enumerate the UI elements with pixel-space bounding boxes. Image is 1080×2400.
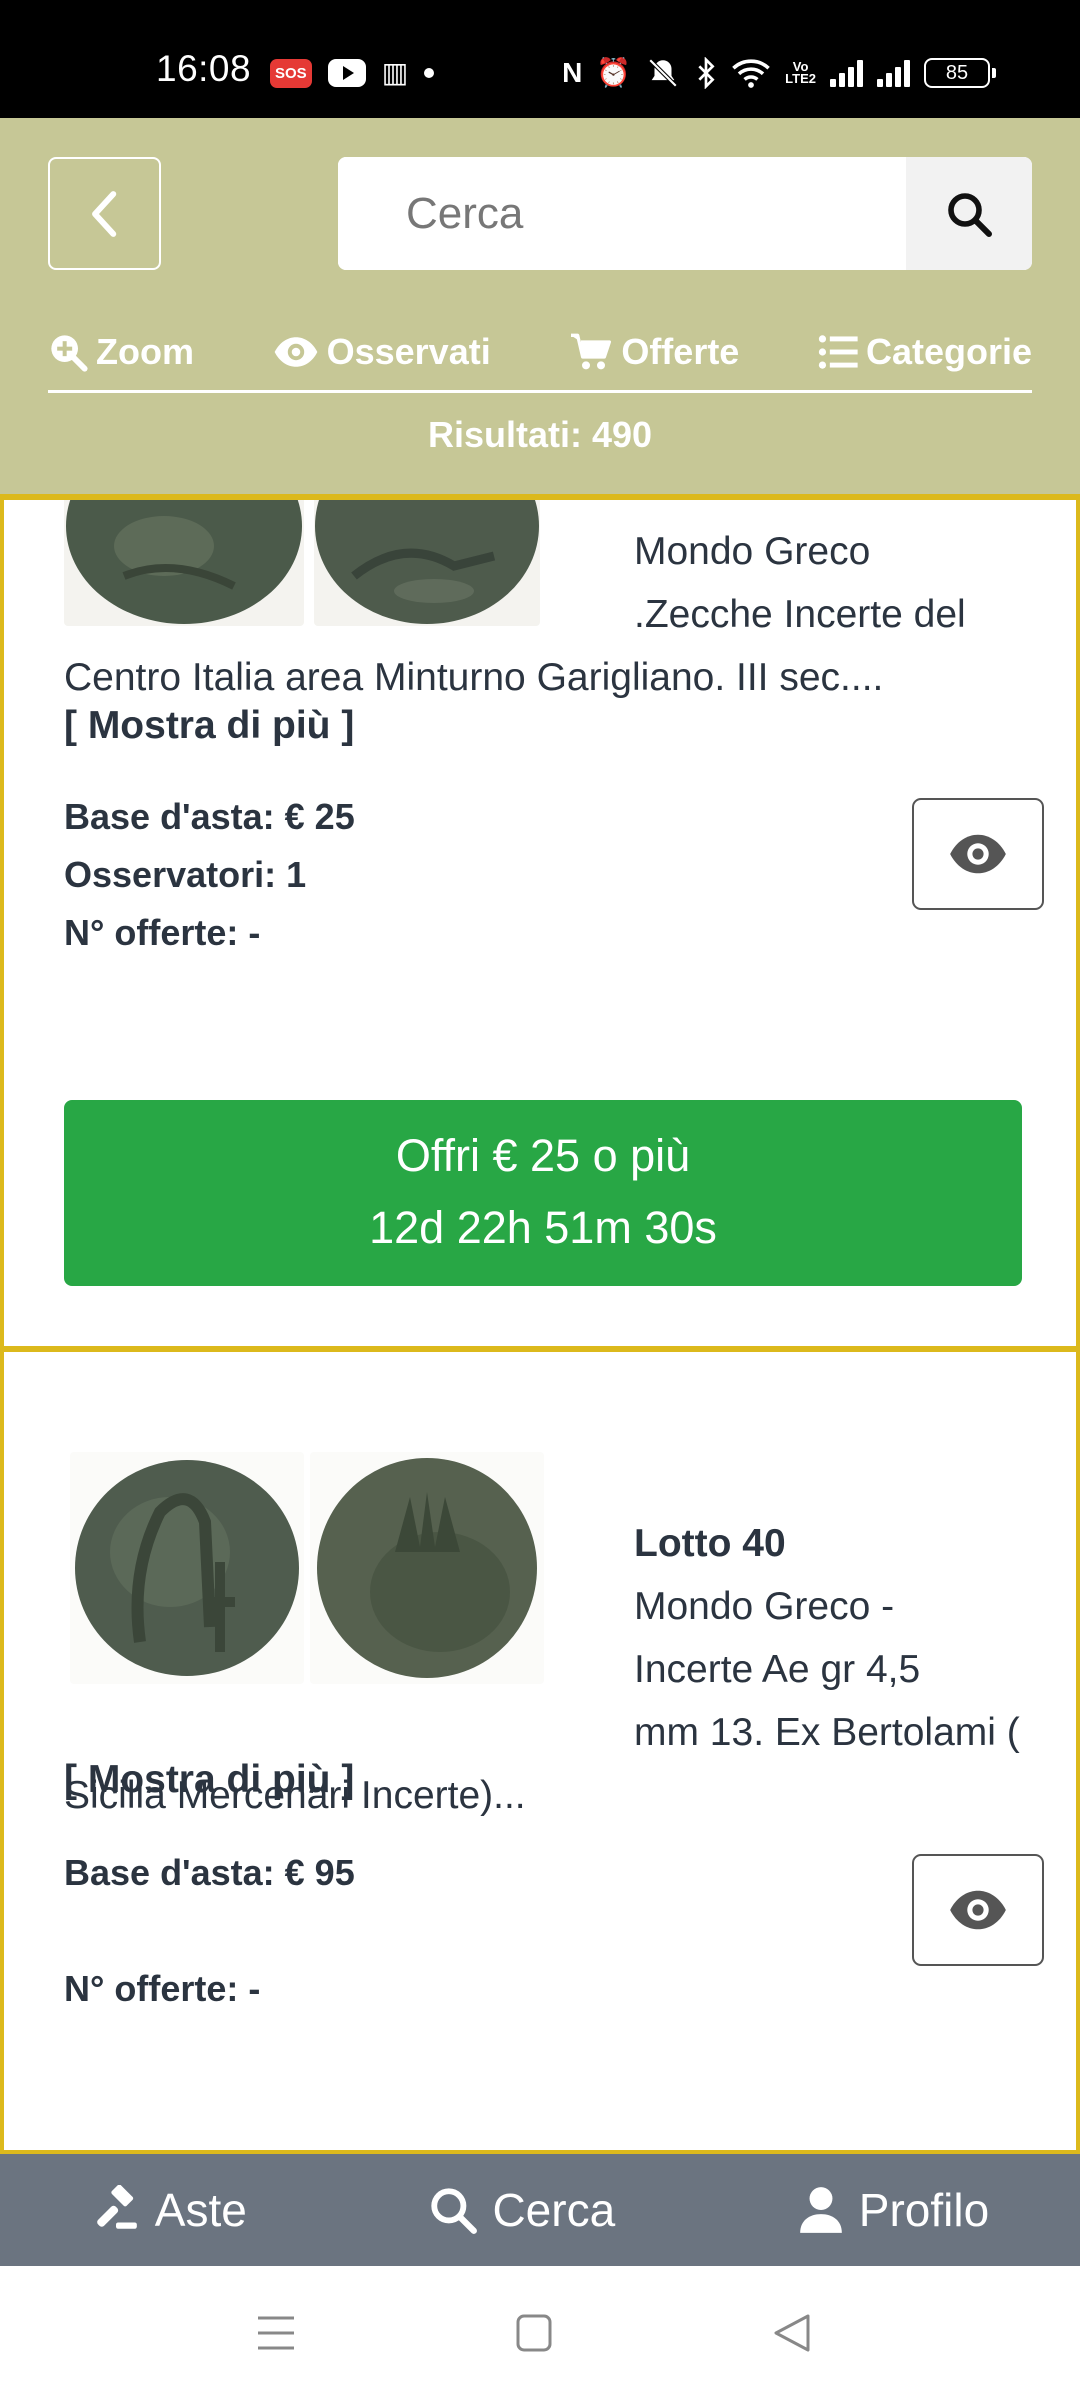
system-navigation-bar — [0, 2266, 1080, 2400]
gavel-icon — [96, 2185, 137, 2229]
eye-icon — [274, 337, 317, 367]
header-divider — [48, 390, 1032, 393]
tab-cerca[interactable]: Cerca — [428, 2183, 615, 2237]
watch-button[interactable] — [912, 1854, 1044, 1966]
offers-count: N° offerte: - — [64, 912, 261, 953]
tab-aste[interactable]: Aste — [91, 2183, 247, 2237]
nav-offerte[interactable]: Offerte — [569, 331, 739, 373]
status-system-icons: N ⏰ Vo LTE2 85 — [562, 52, 996, 94]
nav-categorie-label: Categorie — [865, 331, 1032, 372]
menu-icon[interactable] — [256, 2310, 296, 2356]
offers-count: N° offerte: - — [64, 1968, 261, 2009]
lot-description: Mondo Greco .Zecche Incerte del Centro I… — [64, 530, 966, 699]
nav-zoom[interactable]: Zoom — [48, 331, 194, 373]
filter-nav: Zoom Osservati Offerte Categorie — [48, 316, 1032, 388]
status-bar: 16:08 SOS ▥ N ⏰ Vo LTE2 85 — [0, 0, 1080, 118]
chevron-left-icon — [91, 190, 116, 237]
base-price: Base d'asta: € 25 — [64, 796, 355, 837]
back-triangle-icon[interactable] — [772, 2310, 812, 2356]
lot-card: Lotto 40 Mondo Greco - Incerte Ae gr 4,5… — [0, 1348, 1080, 2154]
search-button[interactable] — [906, 157, 1032, 270]
lot-card: Mondo Greco .Zecche Incerte del Centro I… — [0, 494, 1080, 1350]
nfc-icon: N — [562, 57, 583, 88]
bottom-tab-bar: Aste Cerca Profilo — [0, 2154, 1080, 2266]
app-notification-icon: ▥ — [381, 57, 409, 88]
bid-amount: Offri € 25 o più — [395, 1130, 691, 1181]
nav-osservati[interactable]: Osservati — [273, 331, 491, 373]
app-header: Zoom Osservati Offerte Categorie Risulta… — [0, 118, 1080, 494]
nav-osservati-label: Osservati — [326, 331, 491, 372]
signal-1-icon — [830, 59, 863, 87]
bluetooth-icon — [698, 57, 715, 89]
volte-icon: Vo LTE2 — [785, 59, 816, 86]
list-icon — [818, 335, 858, 369]
search-input[interactable] — [338, 157, 906, 270]
user-icon — [799, 2187, 842, 2233]
lot-number: Lotto 40 — [634, 1522, 786, 1565]
sos-icon: SOS — [270, 58, 312, 88]
search-icon — [948, 192, 992, 237]
watch-button[interactable] — [912, 798, 1044, 910]
signal-2-icon — [877, 59, 910, 87]
tab-aste-label: Aste — [154, 2184, 247, 2236]
tab-cerca-label: Cerca — [492, 2184, 616, 2236]
show-more-link[interactable]: [ Mostra di più ] — [64, 1758, 354, 1802]
bid-button[interactable]: Offri € 25 o più 12d 22h 51m 30s — [64, 1100, 1022, 1286]
cart-icon — [571, 333, 612, 370]
wifi-icon — [732, 59, 770, 88]
nav-zoom-label: Zoom — [96, 331, 194, 372]
eye-icon — [950, 834, 1006, 874]
show-more-link[interactable]: [ Mostra di più ] — [64, 704, 354, 748]
home-icon[interactable] — [516, 2310, 552, 2356]
more-notifications-dot-icon — [424, 68, 435, 78]
watchers-count: Osservatori: 1 — [64, 854, 307, 895]
tab-profilo-label: Profilo — [858, 2184, 990, 2236]
eye-icon — [950, 1890, 1006, 1930]
battery-icon: 85 — [924, 58, 996, 88]
silent-bell-icon — [648, 58, 678, 88]
youtube-icon — [327, 59, 366, 87]
base-price: Base d'asta: € 95 — [64, 1852, 355, 1893]
bid-countdown: 12d 22h 51m 30s — [369, 1202, 717, 1253]
alarm-icon: ⏰ — [596, 57, 632, 88]
search-icon — [431, 2188, 478, 2234]
nav-categorie[interactable]: Categorie — [818, 331, 1032, 373]
results-count: Risultati: 490 — [427, 414, 653, 455]
nav-offerte-label: Offerte — [621, 331, 740, 372]
back-button[interactable] — [48, 157, 161, 270]
status-notification-icons: SOS ▥ — [270, 52, 435, 94]
status-time: 16:08 — [156, 48, 252, 89]
tab-profilo[interactable]: Profilo — [797, 2183, 989, 2237]
zoom-in-icon — [51, 335, 88, 372]
search-bar — [338, 157, 1032, 270]
